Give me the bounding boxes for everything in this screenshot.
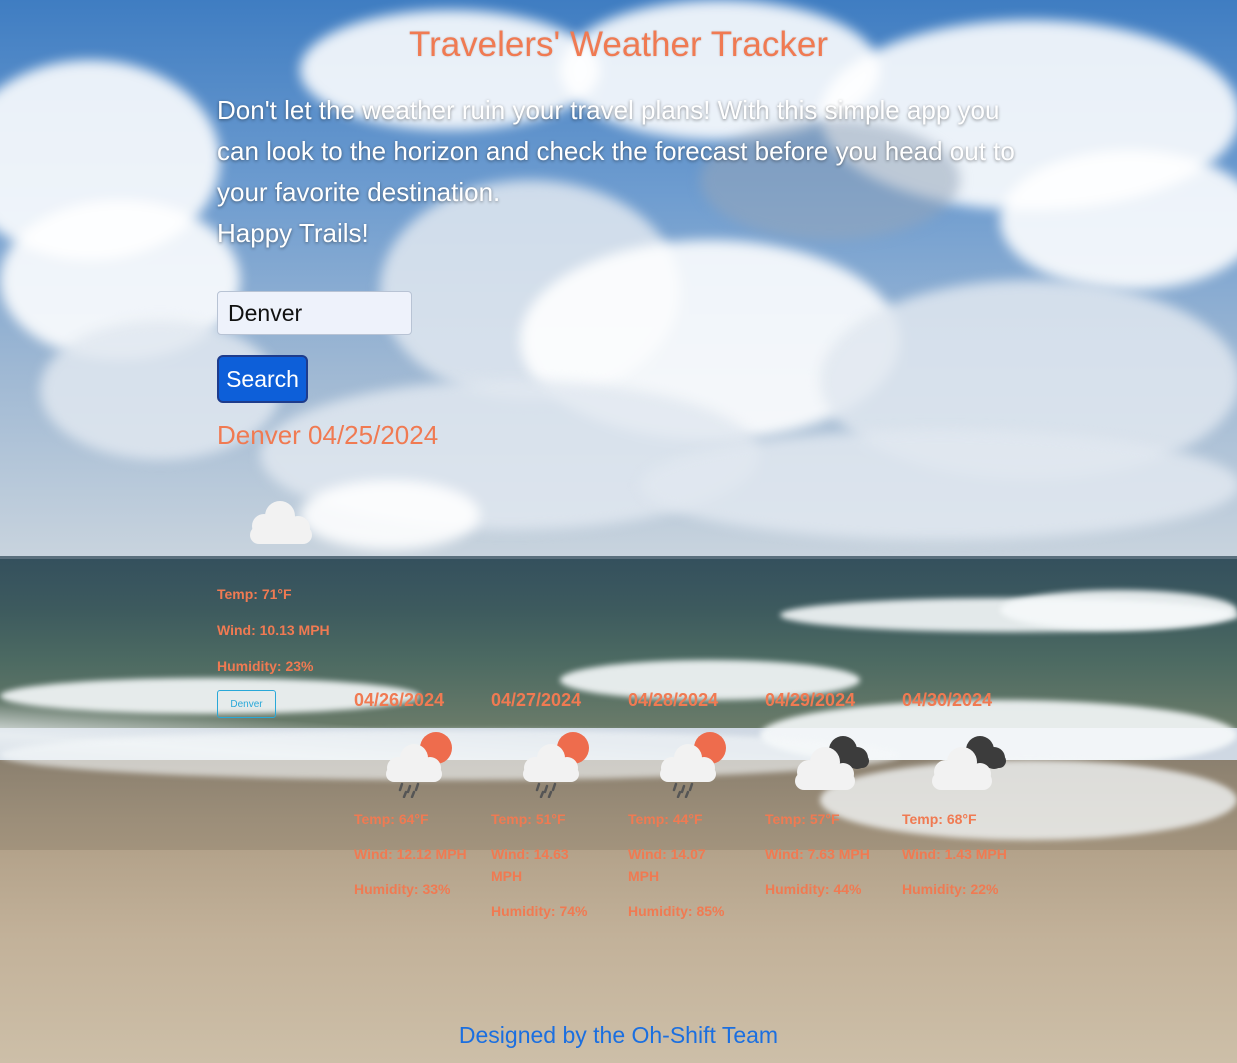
forecast-date: 04/30/2024 [902, 690, 993, 710]
forecast-date: 04/26/2024 [354, 690, 445, 710]
forecast-date: 04/27/2024 [491, 690, 582, 710]
forecast-humidity: Humidity: 22% [902, 881, 999, 897]
forecast-wind: Wind: 14.07 MPH [628, 846, 706, 884]
forecast-humidity: Humidity: 44% [765, 881, 862, 897]
current-city-date: Denver 04/25/2024 [217, 420, 439, 450]
broken-clouds-icon [795, 736, 869, 790]
intro-paragraph: Don't let the weather ruin your travel p… [217, 95, 1015, 207]
forecast-date: 04/28/2024 [628, 690, 719, 710]
forecast-temp: Temp: 57°F [765, 811, 840, 827]
current-weather-stats: Temp: 71°F Wind: 10.13 MPH Humidity: 23% [217, 586, 330, 694]
search-button[interactable]: Search [217, 355, 308, 403]
forecast-card: 04/29/2024 Temp: 57°F Wind: 7.63 MPH Hum… [765, 690, 895, 913]
forecast-temp: Temp: 64°F [354, 811, 429, 827]
forecast-date: 04/29/2024 [765, 690, 856, 710]
footer-credit: Designed by the Oh-Shift Team [458, 1022, 779, 1048]
current-wind: Wind: 10.13 MPH [217, 622, 330, 638]
forecast-humidity: Humidity: 74% [491, 903, 588, 919]
sun-cloud-rain-icon [523, 732, 589, 798]
city-search-input[interactable] [217, 291, 412, 335]
intro-text: Don't let the weather ruin your travel p… [217, 90, 1017, 254]
forecast-card: 04/28/2024 Temp: 44°F Wind: 14.07 MPH Hu… [628, 690, 758, 935]
forecast-card: 04/30/2024 Temp: 68°F Wind: 1.43 MPH Hum… [902, 690, 1032, 913]
current-temp: Temp: 71°F [217, 586, 292, 602]
forecast-wind: Wind: 14.63 MPH [491, 846, 569, 884]
current-humidity: Humidity: 23% [217, 658, 314, 674]
broken-clouds-icon [932, 736, 1006, 790]
forecast-wind: Wind: 7.63 MPH [765, 846, 870, 862]
forecast-temp: Temp: 51°F [491, 811, 566, 827]
sun-cloud-rain-icon [386, 732, 452, 798]
sun-cloud-rain-icon [660, 732, 726, 798]
forecast-card: 04/26/2024 Temp: 64°F Wind: 12.12 MPH Hu… [354, 690, 484, 913]
forecast-humidity: Humidity: 85% [628, 903, 725, 919]
forecast-humidity: Humidity: 33% [354, 881, 451, 897]
forecast-temp: Temp: 68°F [902, 811, 977, 827]
history-button-denver[interactable]: Denver [217, 690, 276, 718]
cloud-icon [250, 501, 312, 544]
forecast-wind: Wind: 1.43 MPH [902, 846, 1007, 862]
page-title: Travelers' Weather Tracker [408, 25, 829, 64]
forecast-wind: Wind: 12.12 MPH [354, 846, 467, 862]
intro-greeting: Happy Trails! [217, 218, 369, 248]
app-content: Travelers' Weather Tracker Don't let the… [0, 0, 1237, 1063]
forecast-card: 04/27/2024 Temp: 51°F Wind: 14.63 MPH Hu… [491, 690, 621, 935]
forecast-temp: Temp: 44°F [628, 811, 703, 827]
